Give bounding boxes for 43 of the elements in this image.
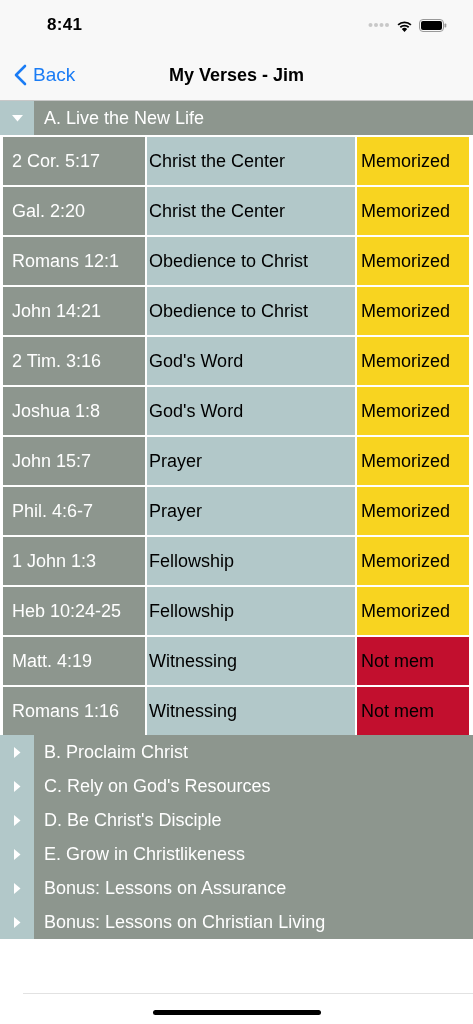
topic-cell[interactable]: Prayer bbox=[147, 487, 355, 535]
section-title: A. Live the New Life bbox=[43, 107, 205, 129]
status-cell[interactable]: Memorized bbox=[357, 187, 469, 235]
section-title: E. Grow in Christlikeness bbox=[43, 843, 246, 865]
status-cell[interactable]: Memorized bbox=[357, 537, 469, 585]
triangle-right-icon bbox=[13, 848, 21, 860]
status-cell[interactable]: Memorized bbox=[357, 387, 469, 435]
topic-cell[interactable]: Fellowship bbox=[147, 537, 355, 585]
chevron-left-icon bbox=[14, 64, 27, 86]
status-cell[interactable]: Memorized bbox=[357, 287, 469, 335]
status-cell[interactable]: Memorized bbox=[357, 137, 469, 185]
topic-cell[interactable]: Christ the Center bbox=[147, 137, 355, 185]
topic-cell[interactable]: God's Word bbox=[147, 387, 355, 435]
topic-cell[interactable]: Fellowship bbox=[147, 587, 355, 635]
triangle-down-icon bbox=[11, 114, 23, 122]
topic-cell[interactable]: Prayer bbox=[147, 437, 355, 485]
wifi-icon bbox=[396, 18, 413, 32]
status-cell[interactable]: Memorized bbox=[357, 487, 469, 535]
section-title: Bonus: Lessons on Assurance bbox=[43, 877, 287, 899]
triangle-right-icon bbox=[13, 814, 21, 826]
back-button[interactable]: Back bbox=[0, 64, 80, 86]
section-title: B. Proclaim Christ bbox=[43, 741, 189, 763]
triangle-right-icon bbox=[13, 882, 21, 894]
status-time: 8:41 bbox=[47, 15, 83, 35]
section-title: C. Rely on God's Resources bbox=[43, 775, 271, 797]
status-cell[interactable]: Memorized bbox=[357, 437, 469, 485]
topic-cell[interactable]: Obedience to Christ bbox=[147, 237, 355, 285]
topic-cell[interactable]: Witnessing bbox=[147, 687, 355, 735]
triangle-right-icon bbox=[13, 746, 21, 758]
battery-icon bbox=[419, 18, 447, 32]
section-title: Bonus: Lessons on Christian Living bbox=[43, 911, 326, 933]
topic-cell[interactable]: Obedience to Christ bbox=[147, 287, 355, 335]
topic-cell[interactable]: Christ the Center bbox=[147, 187, 355, 235]
status-cell[interactable]: Memorized bbox=[357, 587, 469, 635]
triangle-right-icon bbox=[13, 916, 21, 928]
topic-cell[interactable]: Witnessing bbox=[147, 637, 355, 685]
nav-title: My Verses - Jim bbox=[168, 64, 305, 86]
signal-icon bbox=[368, 22, 390, 28]
status-cell[interactable]: Memorized bbox=[357, 237, 469, 285]
triangle-right-icon bbox=[13, 780, 21, 792]
topic-cell[interactable]: God's Word bbox=[147, 337, 355, 385]
section-title: D. Be Christ's Disciple bbox=[43, 809, 222, 831]
status-cell[interactable]: Memorized bbox=[357, 337, 469, 385]
